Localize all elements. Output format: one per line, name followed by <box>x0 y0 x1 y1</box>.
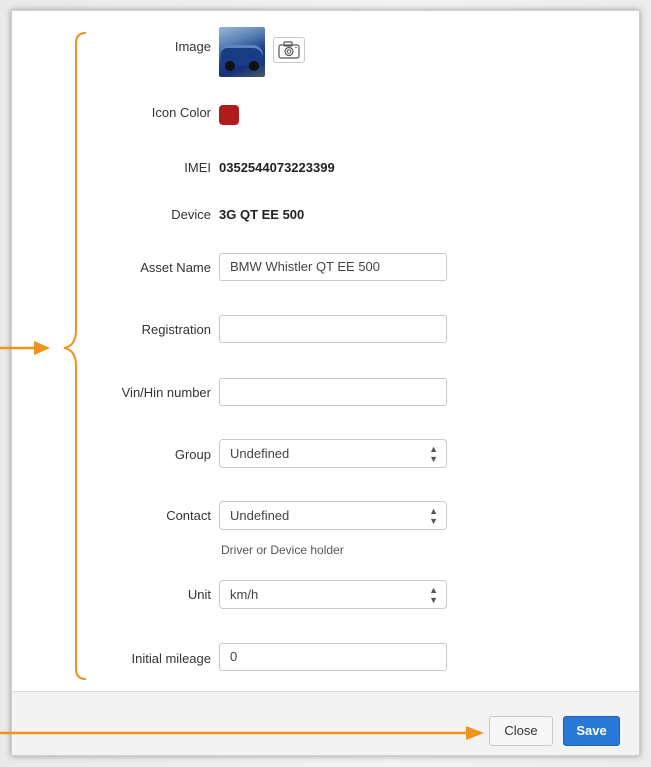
group-label: Group <box>174 447 211 462</box>
vin-label: Vin/Hin number <box>121 385 211 400</box>
contact-select-value: Undefined <box>230 508 290 523</box>
select-arrows-icon: ▲ ▼ <box>429 443 438 464</box>
asset-thumbnail[interactable] <box>219 27 265 77</box>
upload-image-button[interactable] <box>273 37 305 63</box>
edit-asset-dialog: Image Icon Color IMEI 0352544073223399 D… <box>11 10 640 756</box>
registration-input[interactable] <box>219 315 447 343</box>
select-arrows-icon: ▲ ▼ <box>429 505 438 526</box>
asset-name-label: Asset Name <box>140 260 211 275</box>
registration-label: Registration <box>141 322 211 337</box>
contact-select[interactable]: Undefined ▲ ▼ <box>219 501 447 530</box>
icon-color-label: Icon Color <box>151 105 211 120</box>
unit-select-value: km/h <box>230 587 259 602</box>
camera-icon <box>278 41 300 59</box>
group-select-value: Undefined <box>230 446 290 461</box>
device-label: Device <box>171 207 211 222</box>
dialog-body: Image Icon Color IMEI 0352544073223399 D… <box>12 11 639 691</box>
imei-label: IMEI <box>184 160 211 175</box>
contact-label: Contact <box>166 508 211 523</box>
initial-mileage-input[interactable]: 0 <box>219 643 447 671</box>
group-select[interactable]: Undefined ▲ ▼ <box>219 439 447 468</box>
vin-input[interactable] <box>219 378 447 406</box>
select-arrows-icon: ▲ ▼ <box>429 584 438 605</box>
image-label: Image <box>174 39 211 54</box>
icon-color-swatch[interactable] <box>219 105 239 125</box>
contact-hint: Driver or Device holder <box>221 543 344 557</box>
unit-label: Unit <box>187 587 211 602</box>
initial-mileage-label: Initial mileage <box>131 651 212 666</box>
asset-name-input[interactable]: BMW Whistler QT EE 500 <box>219 253 447 281</box>
dialog-footer: Close Save <box>12 691 639 755</box>
imei-value: 0352544073223399 <box>219 160 335 175</box>
save-button[interactable]: Save <box>563 716 620 746</box>
close-button[interactable]: Close <box>489 716 553 746</box>
device-value: 3G QT EE 500 <box>219 207 305 222</box>
unit-select[interactable]: km/h ▲ ▼ <box>219 580 447 609</box>
